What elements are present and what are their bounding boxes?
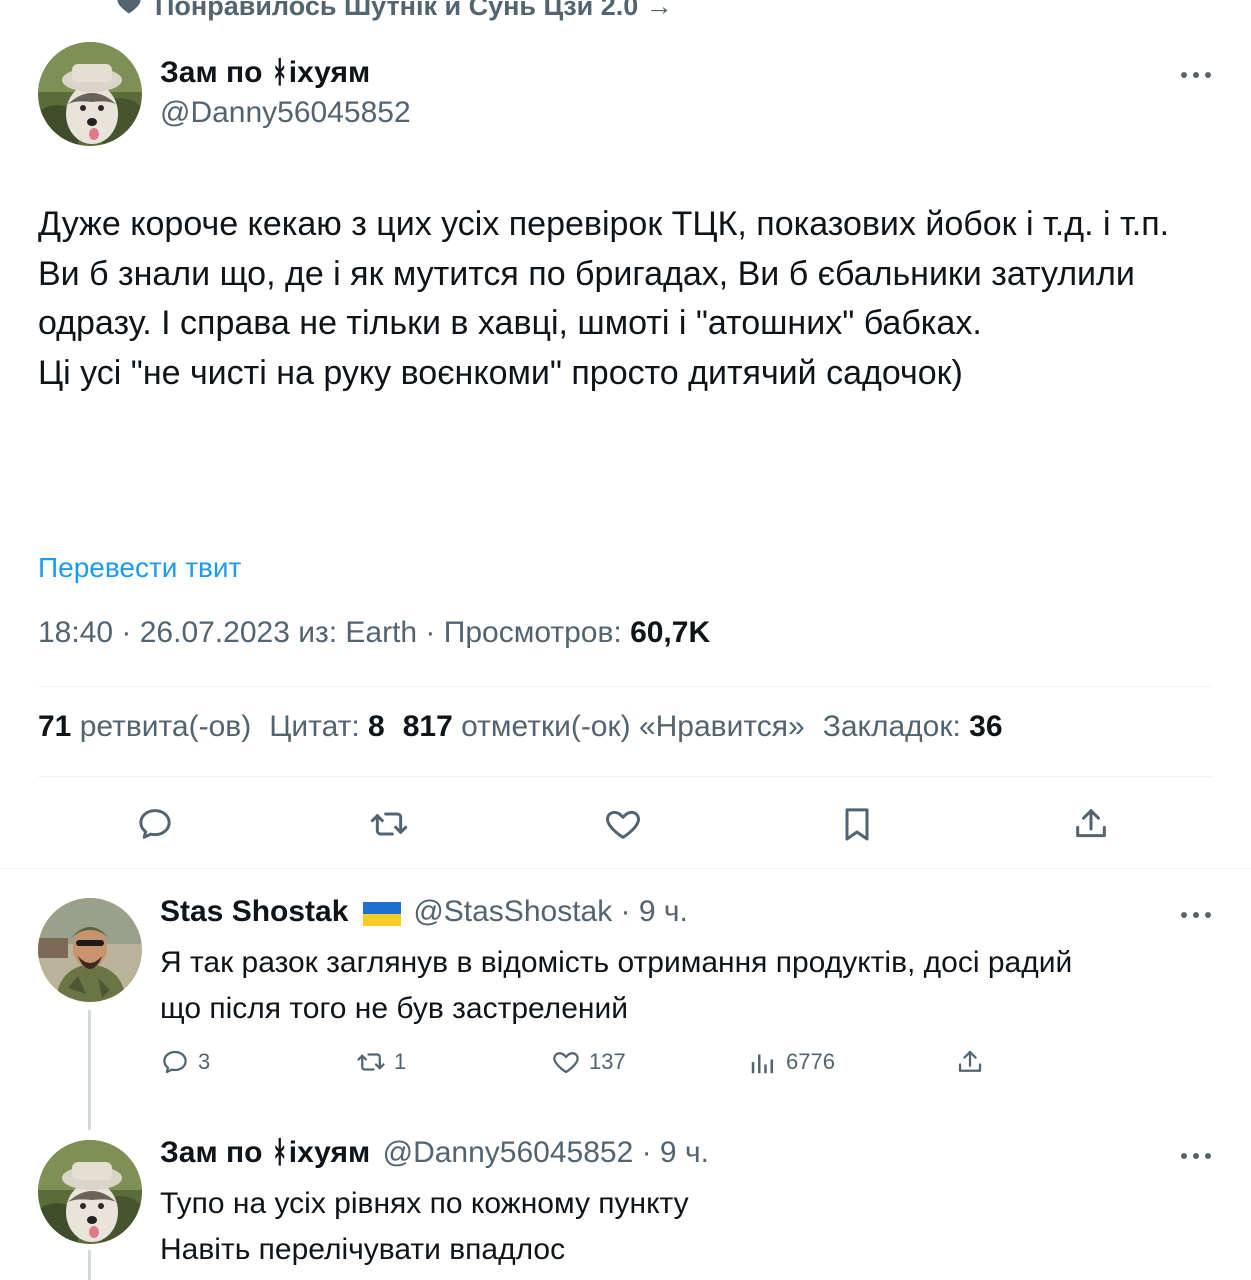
social-context-text: Понравилось Шутнік и Сунь Цзи 2.0 →	[155, 0, 673, 21]
views-count: 60,7K	[630, 616, 711, 649]
tweet-text: Дуже короче кекаю з цих усіх перевірок Т…	[38, 205, 1170, 392]
avatar[interactable]	[38, 42, 142, 146]
retweets-count: 71	[38, 710, 72, 743]
quotes-stat[interactable]: Цитат: 8	[269, 710, 385, 744]
retweets-stat[interactable]: 71 ретвита(-ов)	[38, 710, 251, 744]
reply-views-action[interactable]: 6776	[748, 1047, 835, 1077]
heart-icon	[115, 0, 143, 24]
reply-comment-action[interactable]: 3	[160, 1047, 210, 1077]
reply-header: Stas Shostak @StasShostak · 9 ч.	[160, 895, 688, 929]
tweet-stats: 71 ретвита(-ов) Цитат: 8 817 отметки(-ок…	[38, 710, 1003, 744]
quotes-label: Цитат:	[269, 710, 360, 743]
avatar[interactable]	[38, 898, 142, 1002]
bookmarks-stat[interactable]: Закладок: 36	[823, 710, 1003, 744]
reply-icon[interactable]	[135, 804, 175, 844]
author-name[interactable]: Зам по ᚼіхуям	[160, 56, 370, 90]
more-options-icon[interactable]	[1181, 1151, 1211, 1161]
like-icon[interactable]	[603, 804, 643, 844]
divider	[38, 776, 1212, 777]
retweets-label: ретвита(-ов)	[79, 710, 252, 743]
retweet-count: 1	[394, 1049, 407, 1074]
share-icon[interactable]	[1071, 804, 1111, 844]
views-icon	[748, 1047, 778, 1077]
reply-header: Зам по ᚼіхуям @Danny56045852 · 9 ч.	[160, 1136, 709, 1170]
reply-author-handle[interactable]: @StasShostak · 9 ч.	[413, 895, 688, 928]
bookmarks-label: Закладок:	[822, 710, 961, 743]
likes-label: отметки(-ок) «Нравится»	[461, 710, 805, 743]
retweet-icon	[356, 1047, 386, 1077]
like-count: 137	[589, 1049, 626, 1074]
reply-author-handle[interactable]: @Danny56045852 · 9 ч.	[383, 1136, 709, 1169]
reply-share-action[interactable]	[955, 1047, 985, 1077]
social-context[interactable]: Понравилось Шутнік и Сунь Цзи 2.0 →	[115, 0, 673, 24]
author-handle[interactable]: @Danny56045852	[160, 96, 411, 130]
reply-author-name[interactable]: Stas Shostak	[160, 895, 348, 928]
reply-text: Я так разок заглянув в відомість отриман…	[160, 946, 1073, 1025]
translate-link[interactable]: Перевести твит	[38, 552, 241, 584]
reply-retweet-action[interactable]: 1	[356, 1047, 406, 1077]
ukraine-flag	[362, 901, 401, 926]
avatar[interactable]	[38, 1140, 142, 1244]
quotes-count: 8	[368, 710, 385, 743]
likes-stat[interactable]: 817 отметки(-ок) «Нравится»	[403, 710, 805, 744]
reply-like-action[interactable]: 137	[551, 1047, 626, 1077]
bookmark-icon[interactable]	[837, 804, 877, 844]
reply-count: 3	[198, 1049, 211, 1074]
more-options-icon[interactable]	[1181, 910, 1211, 920]
likes-count: 817	[402, 710, 453, 743]
share-icon	[955, 1047, 985, 1077]
divider	[38, 686, 1212, 687]
thread-line	[88, 1250, 91, 1280]
like-icon	[551, 1047, 581, 1077]
views-count: 6776	[786, 1049, 835, 1074]
bookmarks-count: 36	[969, 710, 1003, 743]
reply-icon	[160, 1047, 190, 1077]
retweet-icon[interactable]	[369, 804, 409, 844]
reply-author-name[interactable]: Зам по ᚼіхуям	[160, 1136, 370, 1169]
reply-text: Тупо на усіх рівнях по кожному пункту На…	[160, 1187, 689, 1266]
thread-line	[88, 1010, 91, 1130]
tweet-meta-text: 18:40 · 26.07.2023 из: Earth · Просмотро…	[38, 616, 631, 649]
divider	[0, 868, 1251, 869]
more-options-icon[interactable]	[1181, 70, 1211, 80]
tweet-meta: 18:40 · 26.07.2023 из: Earth · Просмотро…	[38, 616, 710, 650]
